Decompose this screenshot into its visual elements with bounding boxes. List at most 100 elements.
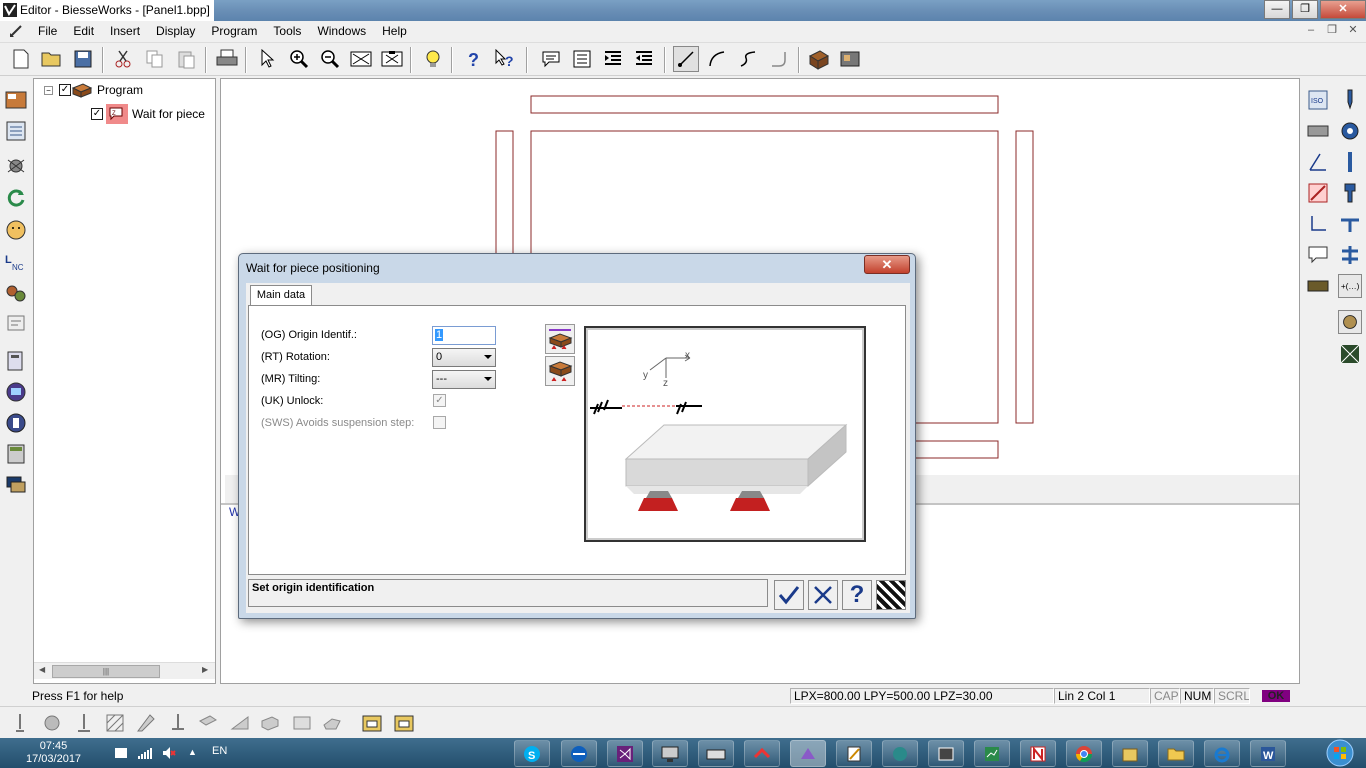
taskbar-chart-icon[interactable] (974, 740, 1010, 767)
save-icon[interactable] (70, 46, 96, 72)
wait-piece-checkbox[interactable]: ✓ (91, 108, 103, 120)
scroll-right-arrow-icon[interactable]: ▶ (202, 665, 208, 674)
mdi-restore-button[interactable]: ❐ (1323, 23, 1341, 38)
horizontal-drill-icon[interactable] (72, 711, 96, 735)
menu-insert[interactable]: Insert (102, 21, 148, 41)
nc-code-icon[interactable]: LNC (4, 249, 28, 273)
start-button-icon[interactable] (1320, 738, 1360, 768)
labeling-2-icon[interactable] (392, 711, 416, 735)
hatch-pattern-button[interactable] (876, 580, 906, 610)
context-help-icon[interactable]: ? (492, 46, 518, 72)
monitor-icon[interactable] (4, 380, 28, 404)
taskbar-visual-studio-icon[interactable] (607, 740, 643, 767)
gears-icon[interactable] (4, 281, 28, 305)
new-file-icon[interactable] (8, 46, 34, 72)
grid-tool-icon[interactable] (1338, 243, 1362, 267)
cut-tool-icon[interactable] (1306, 181, 1330, 205)
minimize-button[interactable]: — (1264, 0, 1290, 19)
help-button[interactable]: ? (842, 580, 872, 610)
router-icon[interactable] (134, 711, 158, 735)
taskbar-explorer-icon[interactable] (1158, 740, 1194, 767)
axis-icon[interactable] (1306, 212, 1330, 236)
taskbar-computer-icon[interactable] (652, 740, 688, 767)
insert-parameter-icon[interactable]: +(…) (1338, 274, 1362, 298)
indent-icon[interactable] (600, 46, 626, 72)
machine-icon[interactable] (837, 46, 863, 72)
origin-input[interactable]: 1 (432, 326, 496, 345)
print-icon[interactable] (214, 46, 240, 72)
rotation-icon[interactable] (4, 186, 28, 210)
paste-icon[interactable] (173, 46, 199, 72)
zoom-in-icon[interactable] (286, 46, 312, 72)
language-indicator[interactable]: EN (212, 745, 227, 757)
angle-icon[interactable] (1306, 150, 1330, 174)
taskbar-keyboard-icon[interactable] (698, 740, 734, 767)
sws-checkbox[interactable] (433, 416, 446, 429)
outdent-icon[interactable] (631, 46, 657, 72)
labeling-1-icon[interactable] (360, 711, 384, 735)
tree-item-wait-for-piece[interactable]: Wait for piece (128, 107, 205, 121)
pattern-icon[interactable] (1338, 342, 1362, 366)
open-folder-icon[interactable] (39, 46, 65, 72)
comment-icon[interactable] (538, 46, 564, 72)
menu-display[interactable]: Display (148, 21, 203, 41)
drill-icon[interactable] (1338, 88, 1362, 112)
origin-mode-2-button[interactable] (545, 356, 575, 386)
taskbar-word-icon[interactable]: W (1250, 740, 1286, 767)
maximize-button[interactable]: ❐ (1292, 0, 1318, 19)
program-list-icon[interactable] (4, 119, 28, 143)
unlock-checkbox[interactable]: ✓ (433, 394, 446, 407)
gear-tool-icon[interactable] (40, 711, 64, 735)
scroll-left-arrow-icon[interactable]: ◀ (39, 665, 45, 674)
zoom-out-icon[interactable] (317, 46, 343, 72)
menu-windows[interactable]: Windows (309, 21, 374, 41)
panel-icon[interactable] (806, 46, 832, 72)
tray-action-icon[interactable] (114, 746, 128, 760)
lightbulb-icon[interactable] (420, 46, 446, 72)
menu-file[interactable]: File (30, 21, 65, 41)
menu-program[interactable]: Program (203, 21, 265, 41)
taskbar-network-icon[interactable] (928, 740, 964, 767)
copy-icon[interactable] (142, 46, 168, 72)
close-window-button[interactable]: ✕ (1320, 0, 1366, 19)
security-icon[interactable] (4, 411, 28, 435)
boring-tool-icon[interactable] (4, 154, 28, 178)
wheel-icon[interactable] (1338, 310, 1362, 334)
iso-view-icon[interactable]: ISO (1306, 88, 1330, 112)
taskbar-biesseworks-icon[interactable] (790, 740, 826, 767)
scroll-thumb[interactable]: ||| (52, 665, 160, 678)
arc-tool-icon[interactable] (704, 46, 730, 72)
spindle-icon[interactable] (1338, 181, 1362, 205)
menu-tools[interactable]: Tools (265, 21, 309, 41)
blade-icon[interactable] (166, 711, 190, 735)
system-clock[interactable]: 07:45 17/03/2017 (26, 740, 81, 766)
cut-icon[interactable] (110, 46, 136, 72)
mdi-close-button[interactable]: ✕ (1344, 23, 1362, 38)
taskbar-ie-icon[interactable] (1204, 740, 1240, 767)
tree-horizontal-scrollbar[interactable]: ◀ ||| ▶ (34, 662, 215, 679)
taskbar-teamviewer-icon[interactable] (561, 740, 597, 767)
fillet-tool-icon[interactable] (766, 46, 792, 72)
macro-icon[interactable] (4, 312, 28, 336)
tab-main-data[interactable]: Main data (250, 285, 312, 306)
taskbar-library-icon[interactable] (1112, 740, 1148, 767)
pocket-icon[interactable] (103, 711, 127, 735)
tray-expand-icon[interactable]: ▲ (188, 747, 202, 761)
calculator-icon[interactable] (4, 442, 28, 466)
clamp-icon[interactable] (290, 711, 314, 735)
edge-icon[interactable] (228, 711, 252, 735)
line-tool-icon[interactable] (673, 46, 699, 72)
taskbar-n-app-icon[interactable] (1020, 740, 1056, 767)
list-view-icon[interactable] (569, 46, 595, 72)
tilting-select[interactable]: --- (432, 370, 496, 389)
help-icon[interactable]: ? (461, 46, 487, 72)
curve-tool-icon[interactable] (735, 46, 761, 72)
pointer-select-icon[interactable] (254, 46, 280, 72)
menu-edit[interactable]: Edit (65, 21, 102, 41)
document-menu-icon[interactable] (8, 23, 26, 39)
saw-icon[interactable] (1338, 212, 1362, 236)
machine-head-icon[interactable] (1306, 274, 1330, 298)
tree-item-program[interactable]: Program (93, 83, 143, 97)
tray-network-icon[interactable] (138, 746, 152, 760)
settings-gear-icon[interactable] (1338, 119, 1362, 143)
